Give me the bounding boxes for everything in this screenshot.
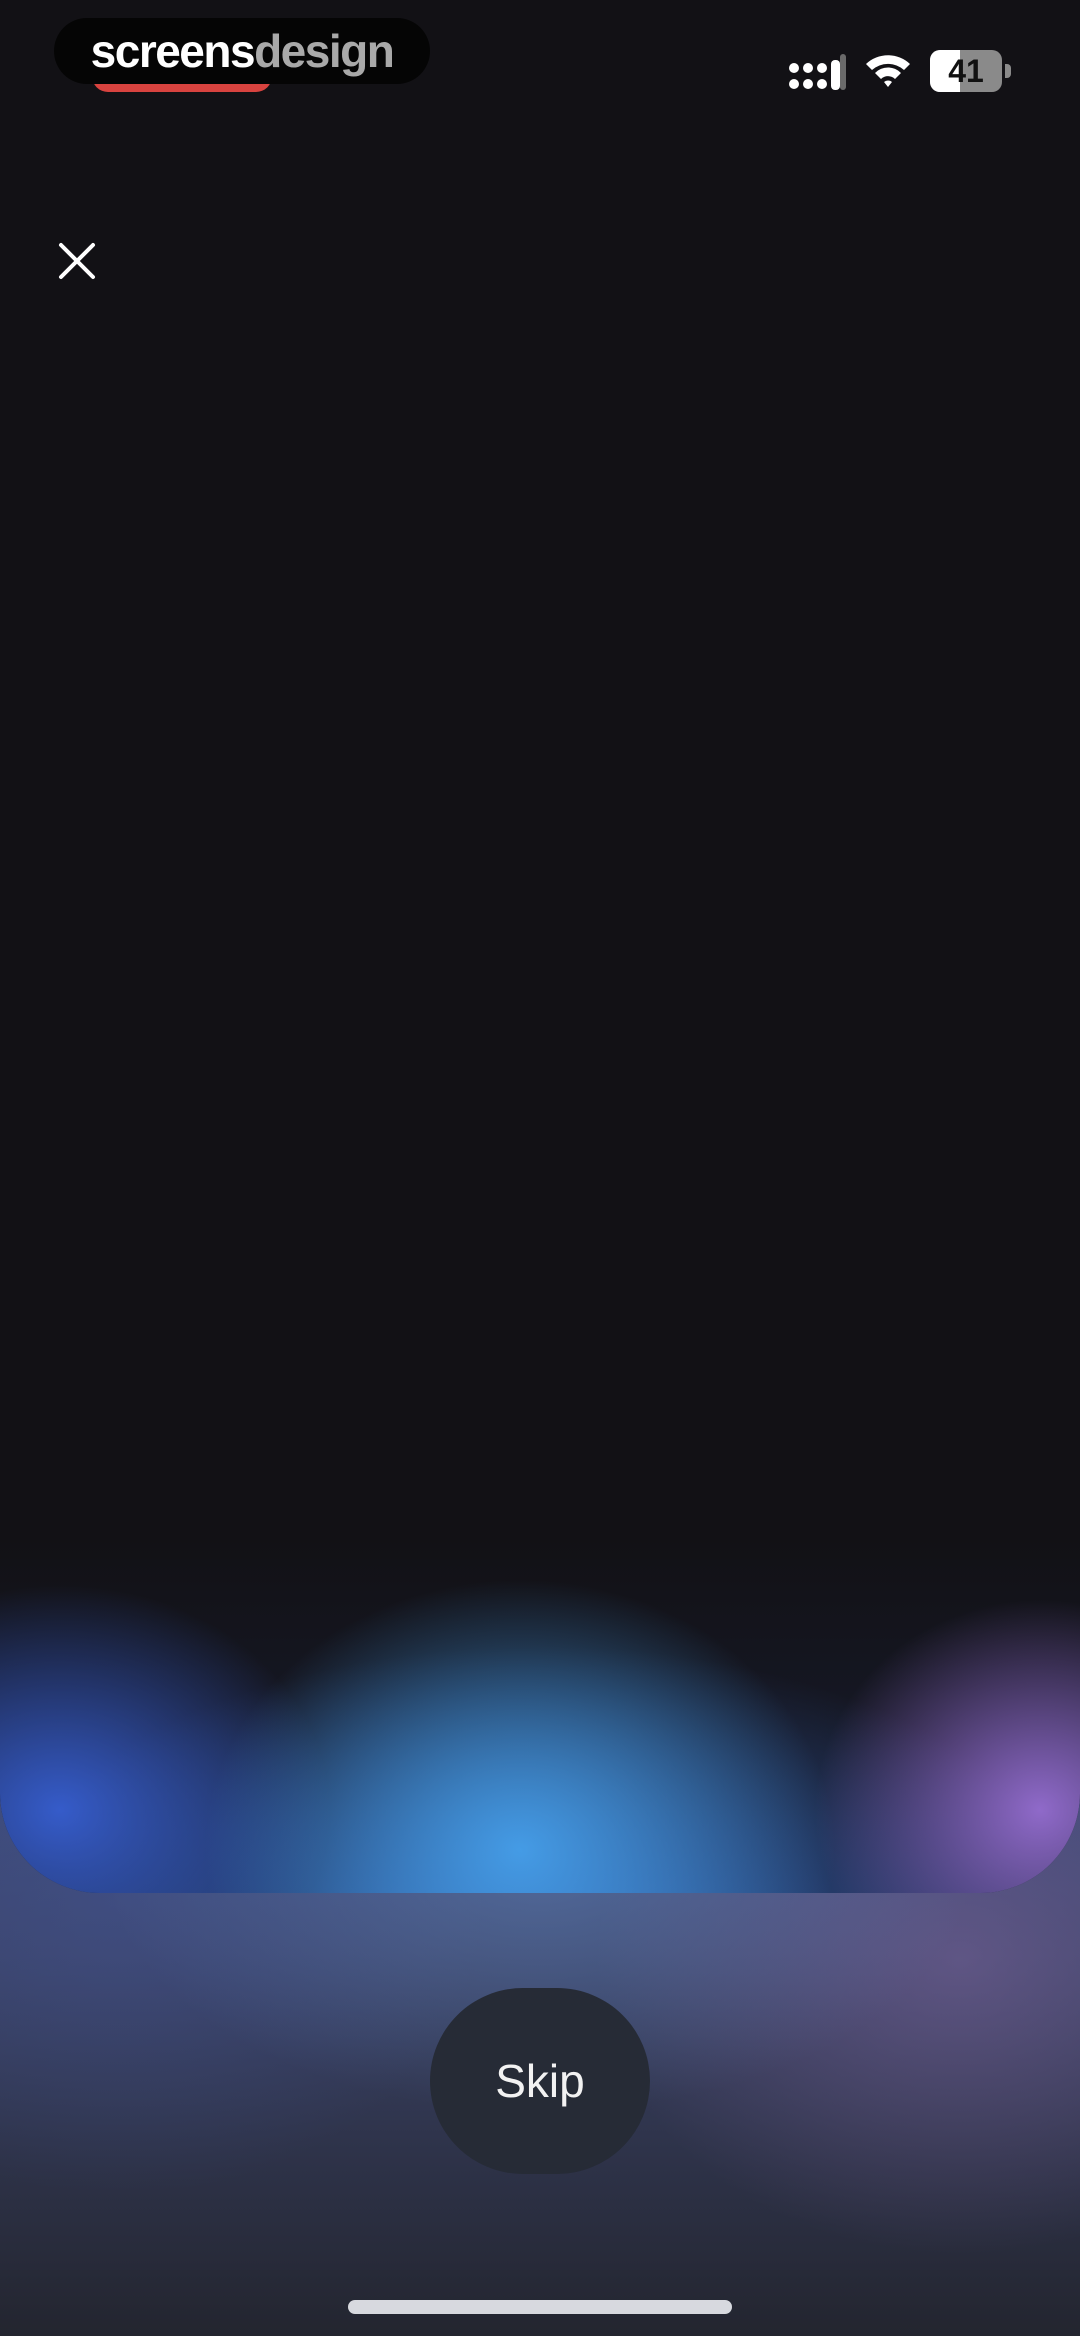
- close-icon: [59, 243, 95, 279]
- brand-text-primary: screens: [90, 25, 256, 77]
- battery-body: 41: [930, 50, 1002, 92]
- home-indicator[interactable]: [348, 2300, 732, 2314]
- card-gradient-glow: [0, 1250, 1080, 1893]
- skip-button[interactable]: Skip: [430, 1988, 650, 2174]
- close-button[interactable]: [42, 226, 112, 296]
- status-bar: screens design 41: [0, 0, 1080, 140]
- brand-watermark: screens design: [54, 18, 430, 84]
- content-card: [0, 0, 1080, 1893]
- wifi-icon: [866, 55, 910, 87]
- battery-tip: [1005, 64, 1011, 78]
- skip-button-label: Skip: [495, 2055, 585, 2107]
- screen: screens design 41 Skip: [0, 0, 1080, 2336]
- battery-icon: 41: [930, 50, 1012, 92]
- brand-text-secondary: design: [254, 25, 395, 77]
- battery-level-text: 41: [948, 53, 984, 89]
- signal-icon: [789, 54, 846, 90]
